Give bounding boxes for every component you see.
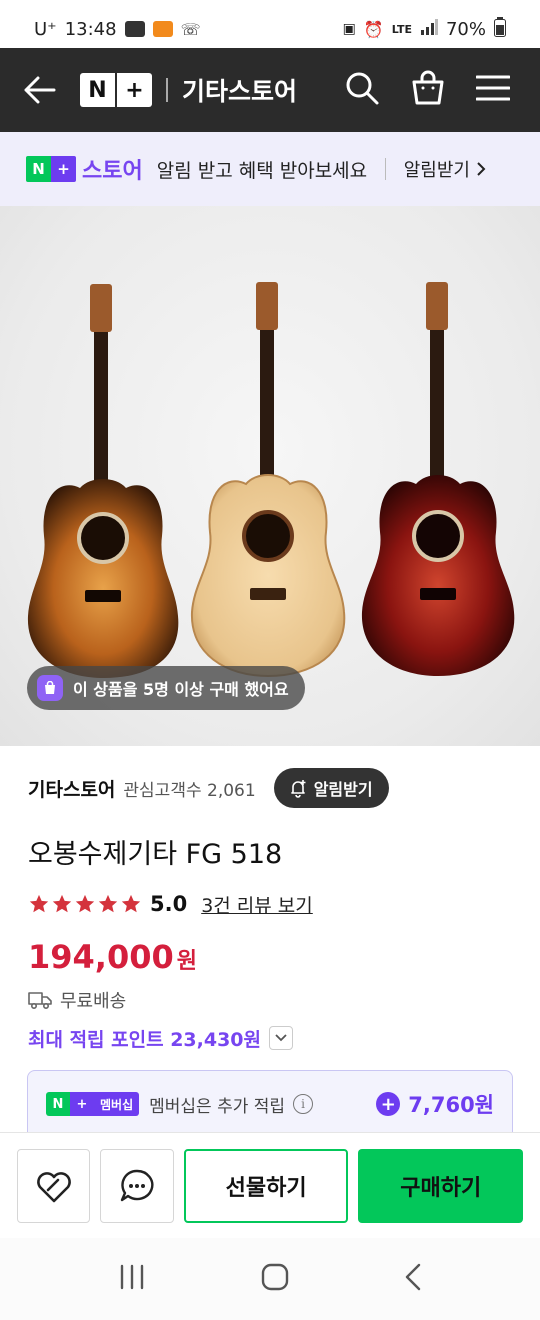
promo-divider <box>384 158 386 180</box>
wishlist-button[interactable] <box>17 1148 91 1223</box>
home-button[interactable] <box>261 1263 289 1295</box>
star-rating <box>28 893 142 915</box>
rating-row: 5.0 3건 리뷰 보기 <box>28 888 313 920</box>
battery-percent: 70% <box>445 18 486 40</box>
product-title: 오봉수제기타 FG 518 <box>28 839 283 870</box>
chevron-left-icon <box>406 1263 421 1291</box>
gift-button[interactable]: 선물하기 <box>183 1148 349 1223</box>
price-currency: 원 <box>176 949 197 974</box>
promo-notify-label: 알림받기 <box>403 160 470 181</box>
buy-button[interactable]: 구매하기 <box>358 1148 523 1223</box>
search-button[interactable] <box>344 70 380 110</box>
bell-plus-icon <box>290 780 306 798</box>
promo-notify-button[interactable]: 알림받기 <box>404 156 486 182</box>
search-icon <box>346 72 379 105</box>
cart-button[interactable] <box>410 70 446 110</box>
store-title[interactable]: 기타스토어 <box>182 72 312 108</box>
price-value: 194,000 <box>28 938 174 976</box>
system-nav-bar <box>0 1238 540 1320</box>
store-name-link[interactable]: 기타스토어 <box>28 775 115 802</box>
chevron-right-icon <box>477 162 486 176</box>
star-icon <box>121 894 141 913</box>
truck-icon <box>28 992 52 1010</box>
membership-text: 멤버십은 추가 적립 <box>149 1096 286 1117</box>
max-points-text: 최대 적립 포인트 23,430원 <box>28 1028 262 1051</box>
naver-plus-membership-badge: N + 멤버십 <box>46 1092 140 1116</box>
store-alarm-label: 알림받기 <box>313 780 373 799</box>
sync-icon: ▣ <box>342 21 356 37</box>
points-row: 최대 적립 포인트 23,430원 <box>28 1022 294 1054</box>
star-icon <box>52 894 72 913</box>
star-icon <box>29 894 49 913</box>
review-link[interactable]: 3건 리뷰 보기 <box>201 891 313 918</box>
arrow-left-icon <box>24 76 56 104</box>
purchase-action-bar: 선물하기 구매하기 <box>0 1132 540 1238</box>
star-icon <box>98 894 118 913</box>
home-icon <box>261 1263 289 1291</box>
youtube-icon <box>124 21 145 37</box>
back-button[interactable] <box>0 48 80 132</box>
chevron-down-icon <box>275 1034 287 1042</box>
chat-button[interactable] <box>100 1148 174 1223</box>
plus-store-label: 스토어 <box>82 159 143 184</box>
app-notification-icon <box>152 21 173 37</box>
system-back-button[interactable] <box>404 1263 422 1295</box>
notification-promo-banner: N + 스토어 알림 받고 혜택 받아보세요 알림받기 <box>0 132 540 206</box>
plus-circle-icon: + <box>376 1092 401 1116</box>
store-alarm-button[interactable]: 알림받기 <box>273 768 389 808</box>
promo-message: 알림 받고 혜택 받아보세요 <box>156 159 368 182</box>
naver-plus-logo[interactable]: N + <box>80 73 152 107</box>
heart-icon <box>36 1171 71 1202</box>
store-info-row: 기타스토어 관심고객수 2,061 알림받기 <box>28 768 512 808</box>
naver-plus-badge: N + <box>26 156 76 182</box>
carrier-label: U⁺ <box>34 18 57 40</box>
shopping-bag-icon <box>37 675 63 701</box>
recent-apps-button[interactable] <box>118 1264 146 1294</box>
recent-apps-icon <box>120 1264 143 1290</box>
points-expand-button[interactable] <box>269 1026 294 1050</box>
shopping-bag-icon <box>412 70 444 105</box>
purchase-count-badge: 이 상품을 5명 이상 구매 했어요 <box>27 666 305 710</box>
shipping-text: 무료배송 <box>60 991 127 1012</box>
guitars-illustration <box>27 282 515 678</box>
phone-icon: ☏ <box>180 19 201 39</box>
membership-points: + 7,760원 <box>376 1089 494 1119</box>
price-row: 194,000 원 <box>28 938 197 976</box>
shipping-row: 무료배송 <box>28 986 126 1014</box>
info-icon[interactable]: i <box>293 1094 314 1114</box>
store-fan-count: 관심고객수 2,061 <box>123 780 256 801</box>
product-image[interactable]: 이 상품을 5명 이상 구매 했어요 <box>0 206 540 746</box>
network-label: LTE <box>391 22 412 36</box>
star-icon <box>75 894 95 913</box>
chat-bubble-icon <box>120 1169 154 1201</box>
top-nav-bar: N + 기타스토어 <box>0 48 540 132</box>
alarm-icon: ⏰ <box>363 19 384 39</box>
hamburger-menu-icon <box>475 75 511 101</box>
purchase-count-text: 이 상품을 5명 이상 구매 했어요 <box>73 680 289 699</box>
membership-points-value: 7,760원 <box>408 1093 494 1117</box>
clock: 13:48 <box>64 18 117 40</box>
battery-icon <box>494 16 506 42</box>
rating-value: 5.0 <box>150 892 188 916</box>
menu-button[interactable] <box>475 74 511 106</box>
signal-icon <box>420 18 438 40</box>
header-divider <box>166 78 168 102</box>
